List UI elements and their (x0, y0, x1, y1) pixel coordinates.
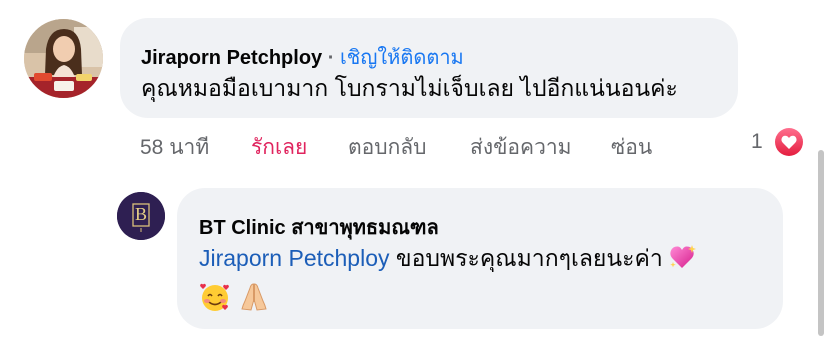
separator-dot: · (327, 47, 335, 69)
bt-clinic-avatar[interactable]: B (117, 192, 165, 240)
smiling-face-with-hearts-icon (200, 283, 229, 311)
reply-author-name[interactable]: BT Clinic สาขาพุทธมณฑล (199, 211, 439, 243)
sparkling-heart-icon (670, 245, 697, 268)
comment-author-line: Jiraporn Petchploy · เชิญให้ติดตาม (141, 41, 464, 73)
mention-link[interactable]: Jiraporn Petchploy (199, 245, 390, 271)
comment-timestamp[interactable]: 58 นาที (140, 131, 209, 164)
comment-author-name[interactable]: Jiraporn Petchploy (141, 47, 322, 69)
heart-icon (775, 128, 803, 156)
user-photo-avatar (24, 19, 103, 98)
love-button[interactable]: รักเลย (251, 131, 307, 164)
scrollbar[interactable] (818, 150, 824, 336)
follow-button[interactable]: เชิญให้ติดตาม (340, 47, 464, 69)
reply-button[interactable]: ตอบกลับ (348, 131, 427, 164)
avatar-letter: B (134, 204, 147, 224)
commenter-avatar[interactable] (24, 19, 103, 98)
comment-text: คุณหมอมือเบามาก โบกรามไม่เจ็บเลย ไปอีกแน… (141, 75, 678, 101)
reply-text-line: Jiraporn Petchploy ขอบพระคุณมากๆเลยนะค่า (199, 241, 697, 275)
reply-text: ขอบพระคุณมากๆเลยนะค่า (395, 245, 663, 271)
folded-hands-icon (241, 283, 267, 311)
reaction-count[interactable]: 1 (751, 130, 763, 154)
send-message-button[interactable]: ส่งข้อความ (470, 131, 572, 164)
reaction-badge[interactable] (773, 126, 805, 158)
hide-button[interactable]: ซ่อน (611, 131, 652, 164)
